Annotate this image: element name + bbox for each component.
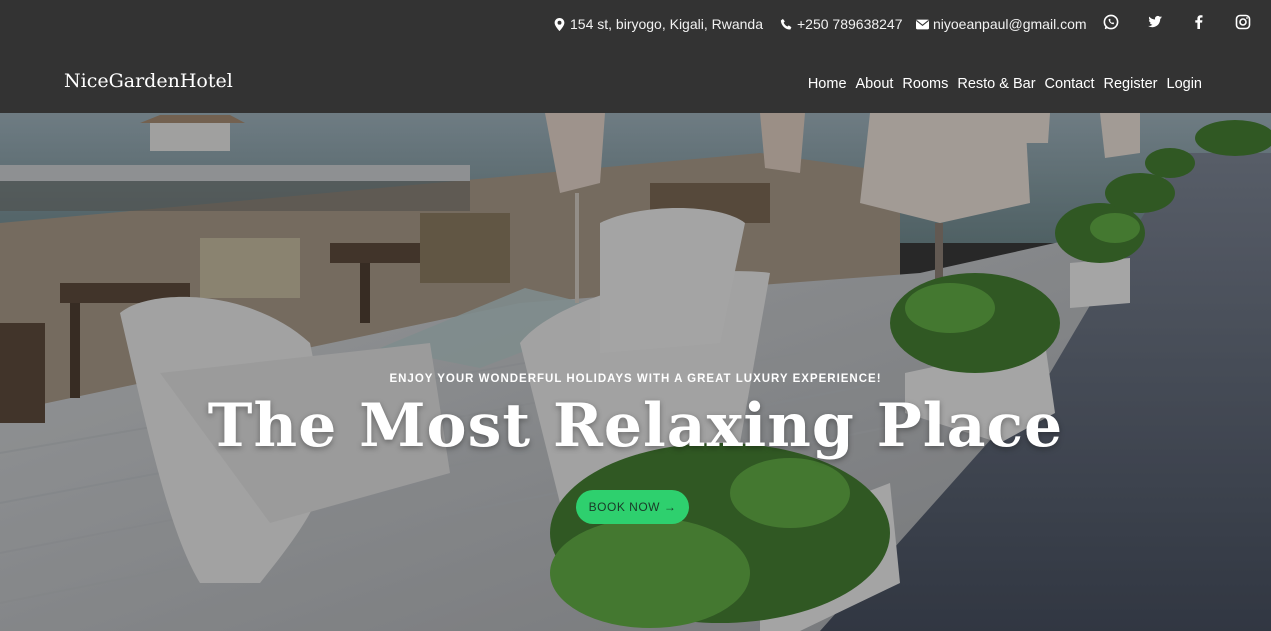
nav-item-about[interactable]: About <box>856 76 894 92</box>
nav-item-login[interactable]: Login <box>1167 76 1202 92</box>
hero-section: ENJOY YOUR WONDERFUL HOLIDAYS WITH A GRE… <box>0 113 1271 631</box>
instagram-icon[interactable] <box>1234 13 1252 31</box>
nav-item-register[interactable]: Register <box>1104 76 1158 92</box>
envelope-icon <box>916 19 929 29</box>
address-info: 154 st, biryogo, Kigali, Rwanda <box>553 16 763 32</box>
hero-dark-overlay <box>0 113 1271 631</box>
nav-item-resto-bar[interactable]: Resto & Bar <box>957 76 1035 92</box>
top-contact-bar: 154 st, biryogo, Kigali, Rwanda +250 789… <box>0 0 1271 50</box>
phone-icon <box>780 18 792 30</box>
whatsapp-icon[interactable] <box>1102 13 1120 31</box>
address-text: 154 st, biryogo, Kigali, Rwanda <box>570 16 763 32</box>
nav-menu: Home About Rooms Resto & Bar Contact Reg… <box>799 76 1202 92</box>
phone-info: +250 789638247 <box>780 16 903 32</box>
facebook-icon[interactable] <box>1190 13 1208 31</box>
nav-item-home[interactable]: Home <box>808 76 847 92</box>
email-text: niyoeanpaul@gmail.com <box>933 16 1087 32</box>
email-info: niyoeanpaul@gmail.com <box>916 16 1087 32</box>
map-marker-icon <box>554 17 565 31</box>
twitter-icon[interactable] <box>1146 13 1164 31</box>
phone-text: +250 789638247 <box>797 16 903 32</box>
brand-logo[interactable]: NiceGardenHotel <box>64 70 233 92</box>
main-navbar: NiceGardenHotel Home About Rooms Resto &… <box>0 50 1271 113</box>
nav-item-contact[interactable]: Contact <box>1045 76 1095 92</box>
hero-tagline: ENJOY YOUR WONDERFUL HOLIDAYS WITH A GRE… <box>389 373 882 385</box>
nav-item-rooms[interactable]: Rooms <box>902 76 948 92</box>
book-now-button[interactable]: BOOK NOW → <box>576 490 689 524</box>
hero-headline: The Most Relaxing Place <box>207 391 1064 461</box>
